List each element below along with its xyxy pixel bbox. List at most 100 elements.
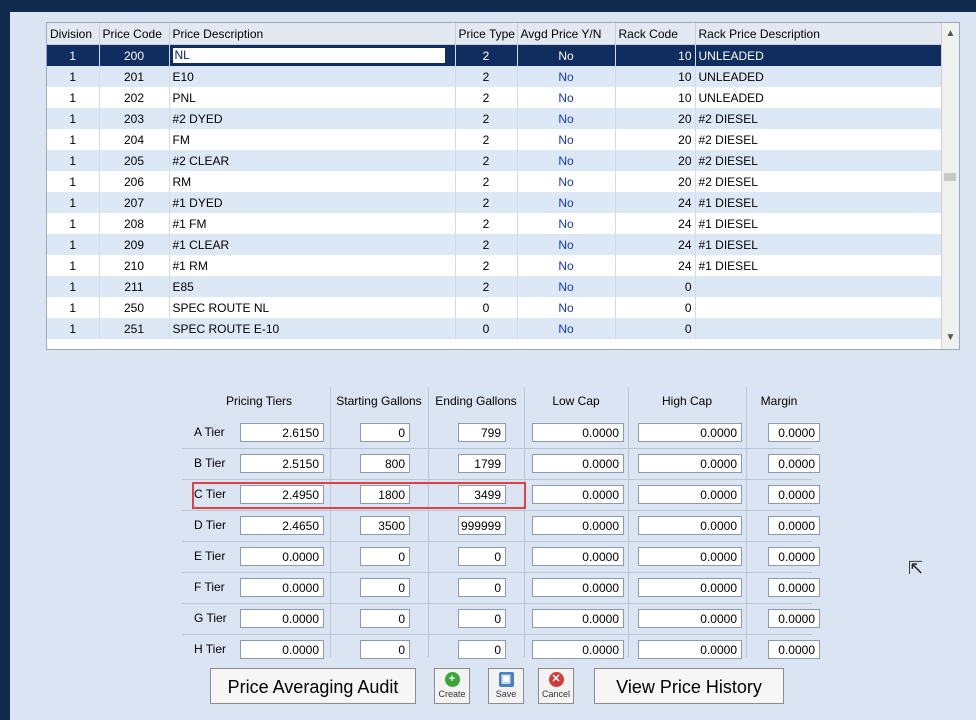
rack-price-description-cell[interactable] — [695, 276, 942, 297]
rack-price-description-cell[interactable]: #2 DIESEL — [695, 108, 942, 129]
col-header-avgd-price[interactable]: Avgd Price Y/N — [517, 23, 616, 45]
col-header-price-code[interactable]: Price Code — [99, 23, 170, 45]
price-code-cell[interactable]: 209 — [99, 234, 170, 255]
avgd-price-cell[interactable]: No — [517, 234, 616, 255]
avgd-price-cell[interactable]: No — [517, 108, 616, 129]
rack-code-cell[interactable]: 10 — [615, 66, 696, 87]
table-row[interactable]: 1 207 #1 DYED 2 No 24 #1 DIESEL — [47, 192, 942, 213]
division-cell[interactable]: 1 — [47, 108, 100, 129]
tier-price-field[interactable]: 0.0000 — [240, 547, 324, 566]
price-type-cell[interactable]: 0 — [455, 297, 518, 318]
margin-field[interactable]: 0.0000 — [768, 485, 820, 504]
rack-code-cell[interactable]: 20 — [615, 108, 696, 129]
high-cap-field[interactable]: 0.0000 — [638, 547, 742, 566]
rack-code-cell[interactable]: 24 — [615, 213, 696, 234]
price-type-cell[interactable]: 2 — [455, 276, 518, 297]
price-code-cell[interactable]: 250 — [99, 297, 170, 318]
division-cell[interactable]: 1 — [47, 276, 100, 297]
rack-price-description-cell[interactable]: #1 DIESEL — [695, 192, 942, 213]
price-type-cell[interactable]: 2 — [455, 192, 518, 213]
price-description-cell[interactable]: #1 CLEAR — [169, 234, 456, 255]
table-row[interactable]: 1 211 E85 2 No 0 — [47, 276, 942, 297]
avgd-price-cell[interactable]: No — [517, 276, 616, 297]
avgd-price-cell[interactable]: No — [517, 255, 616, 276]
tier-price-field[interactable]: 2.5150 — [240, 454, 324, 473]
price-description-cell[interactable]: E85 — [169, 276, 456, 297]
margin-field[interactable]: 0.0000 — [768, 609, 820, 628]
table-row[interactable]: 1 210 #1 RM 2 No 24 #1 DIESEL — [47, 255, 942, 276]
scroll-up-icon[interactable]: ▲ — [942, 25, 959, 43]
division-cell[interactable]: 1 — [47, 234, 100, 255]
table-row[interactable]: 1 202 PNL 2 No 10 UNLEADED — [47, 87, 942, 108]
price-description-cell[interactable]: #1 FM — [169, 213, 456, 234]
price-averaging-audit-button[interactable]: Price Averaging Audit — [210, 668, 416, 704]
starting-gallons-field[interactable]: 0 — [360, 547, 410, 566]
margin-field[interactable]: 0.0000 — [768, 454, 820, 473]
rack-price-description-cell[interactable]: #1 DIESEL — [695, 234, 942, 255]
rack-code-cell[interactable]: 20 — [615, 129, 696, 150]
col-header-division[interactable]: Division — [47, 23, 100, 45]
price-type-cell[interactable]: 2 — [455, 255, 518, 276]
scroll-down-icon[interactable]: ▼ — [942, 329, 959, 347]
table-row[interactable]: 1 203 #2 DYED 2 No 20 #2 DIESEL — [47, 108, 942, 129]
price-description-cell[interactable]: #1 DYED — [169, 192, 456, 213]
price-description-cell[interactable]: NL — [169, 44, 456, 66]
ending-gallons-field[interactable]: 999999 — [458, 516, 506, 535]
division-cell[interactable]: 1 — [47, 255, 100, 276]
high-cap-field[interactable]: 0.0000 — [638, 609, 742, 628]
ending-gallons-field[interactable]: 1799 — [458, 454, 506, 473]
rack-code-cell[interactable]: 10 — [615, 44, 696, 66]
rack-price-description-cell[interactable]: UNLEADED — [695, 44, 942, 66]
rack-price-description-cell[interactable] — [695, 318, 942, 339]
price-code-cell[interactable]: 211 — [99, 276, 170, 297]
rack-code-cell[interactable]: 24 — [615, 234, 696, 255]
table-row[interactable]: 1 205 #2 CLEAR 2 No 20 #2 DIESEL — [47, 150, 942, 171]
price-type-cell[interactable]: 2 — [455, 171, 518, 192]
table-row[interactable]: 1 201 E10 2 No 10 UNLEADED — [47, 66, 942, 87]
high-cap-field[interactable]: 0.0000 — [638, 516, 742, 535]
tier-price-field[interactable]: 2.4650 — [240, 516, 324, 535]
rack-price-description-cell[interactable]: #2 DIESEL — [695, 150, 942, 171]
price-type-cell[interactable]: 0 — [455, 318, 518, 339]
price-code-cell[interactable]: 203 — [99, 108, 170, 129]
price-type-cell[interactable]: 2 — [455, 150, 518, 171]
price-description-cell[interactable]: #2 CLEAR — [169, 150, 456, 171]
rack-code-cell[interactable]: 24 — [615, 192, 696, 213]
price-type-cell[interactable]: 2 — [455, 129, 518, 150]
high-cap-field[interactable]: 0.0000 — [638, 640, 742, 659]
ending-gallons-field[interactable]: 0 — [458, 578, 506, 597]
starting-gallons-field[interactable]: 0 — [360, 640, 410, 659]
low-cap-field[interactable]: 0.0000 — [532, 547, 624, 566]
tier-price-field[interactable]: 0.0000 — [240, 640, 324, 659]
avgd-price-cell[interactable]: No — [517, 213, 616, 234]
price-code-cell[interactable]: 205 — [99, 150, 170, 171]
price-code-cell[interactable]: 251 — [99, 318, 170, 339]
price-type-cell[interactable]: 2 — [455, 213, 518, 234]
rack-code-cell[interactable]: 20 — [615, 150, 696, 171]
price-code-cell[interactable]: 202 — [99, 87, 170, 108]
col-header-price-description[interactable]: Price Description — [169, 23, 456, 45]
avgd-price-cell[interactable]: No — [517, 44, 616, 66]
avgd-price-cell[interactable]: No — [517, 66, 616, 87]
avgd-price-cell[interactable]: No — [517, 87, 616, 108]
col-header-rack-code[interactable]: Rack Code — [615, 23, 696, 45]
avgd-price-cell[interactable]: No — [517, 129, 616, 150]
table-row[interactable]: 1 250 SPEC ROUTE NL 0 No 0 — [47, 297, 942, 318]
division-cell[interactable]: 1 — [47, 192, 100, 213]
tier-price-field[interactable]: 2.6150 — [240, 423, 324, 442]
division-cell[interactable]: 1 — [47, 66, 100, 87]
starting-gallons-field[interactable]: 0 — [360, 423, 410, 442]
division-cell[interactable]: 1 — [47, 44, 100, 66]
price-type-cell[interactable]: 2 — [455, 44, 518, 66]
avgd-price-cell[interactable]: No — [517, 150, 616, 171]
low-cap-field[interactable]: 0.0000 — [532, 485, 624, 504]
price-type-cell[interactable]: 2 — [455, 108, 518, 129]
division-cell[interactable]: 1 — [47, 150, 100, 171]
margin-field[interactable]: 0.0000 — [768, 640, 820, 659]
view-price-history-button[interactable]: View Price History — [594, 668, 784, 704]
low-cap-field[interactable]: 0.0000 — [532, 423, 624, 442]
avgd-price-cell[interactable]: No — [517, 318, 616, 339]
tier-price-field[interactable]: 0.0000 — [240, 578, 324, 597]
rack-price-description-cell[interactable]: #1 DIESEL — [695, 213, 942, 234]
table-row[interactable]: 1 206 RM 2 No 20 #2 DIESEL — [47, 171, 942, 192]
